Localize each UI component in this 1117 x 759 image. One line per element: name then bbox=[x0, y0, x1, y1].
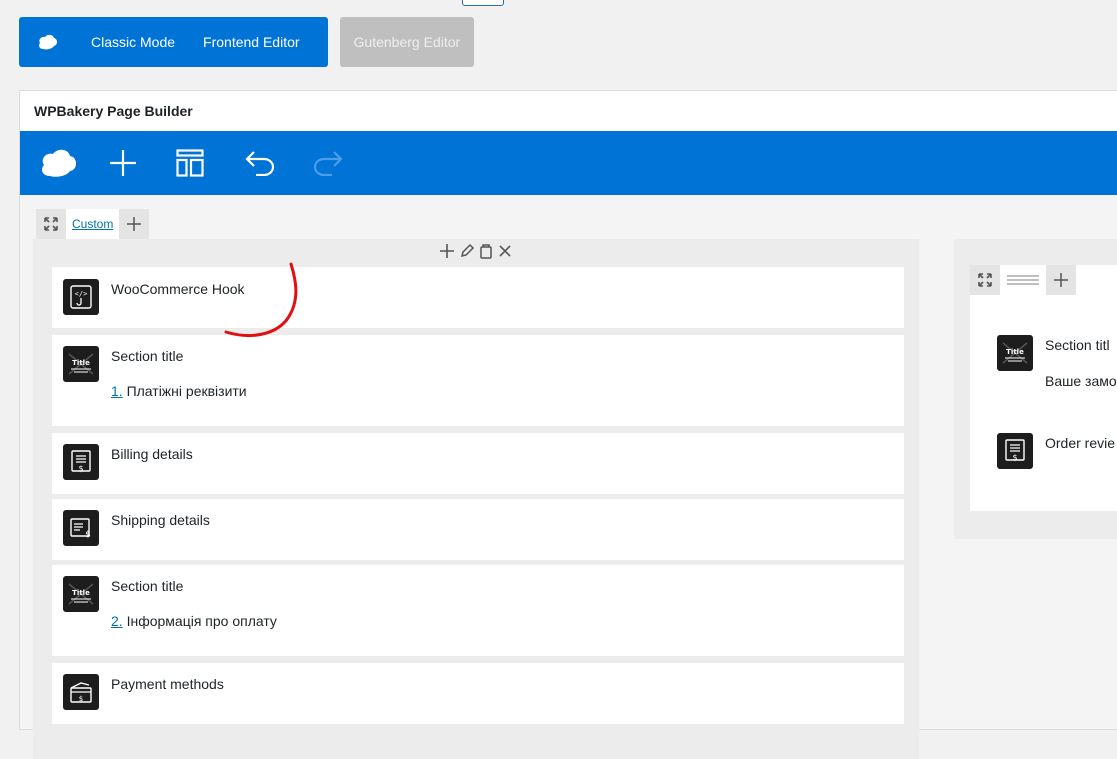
payment-methods-icon: $ bbox=[63, 674, 99, 710]
element-title: WooCommerce Hook bbox=[111, 281, 245, 297]
svg-text:$: $ bbox=[85, 530, 91, 540]
svg-text:Title: Title bbox=[1006, 348, 1024, 356]
frontend-editor-button[interactable]: Frontend Editor bbox=[189, 17, 314, 67]
templates-icon[interactable] bbox=[176, 131, 244, 195]
svg-text:$: $ bbox=[1012, 453, 1017, 462]
right-element-title: Order revie bbox=[1045, 435, 1116, 451]
order-review-icon: $ bbox=[997, 433, 1033, 469]
redo-icon[interactable] bbox=[312, 131, 380, 195]
subtitle-text: Платіжні реквізити bbox=[122, 383, 247, 399]
element-title: Payment methods bbox=[111, 676, 224, 692]
subtitle-text: Інформація про оплату bbox=[122, 613, 277, 629]
element-billing-details[interactable]: $ Billing details bbox=[52, 433, 904, 494]
copy-icon[interactable] bbox=[479, 243, 493, 264]
svg-text:Title: Title bbox=[72, 589, 90, 597]
title-icon: Title bbox=[63, 576, 99, 612]
builder-canvas: Custom </> WooCommerce Hook Title Sectio… bbox=[20, 195, 1117, 759]
element-title: Billing details bbox=[111, 446, 193, 462]
element-woocommerce-hook[interactable]: </> WooCommerce Hook bbox=[52, 267, 904, 328]
element-section-title[interactable]: Title Section title 2. Інформація про оп… bbox=[52, 565, 904, 656]
right-column: Title Section titl Ваше замо $ Order rev… bbox=[954, 239, 1117, 539]
svg-text:Title: Title bbox=[72, 359, 90, 367]
builder-toolbar bbox=[20, 131, 1117, 195]
element-subtitle: 1. Платіжні реквізити bbox=[111, 383, 247, 399]
row-move-icon[interactable] bbox=[36, 209, 66, 239]
element-payment-methods[interactable]: $ Payment methods bbox=[52, 663, 904, 724]
delete-icon[interactable] bbox=[497, 243, 513, 264]
element-section-title[interactable]: Title Section title 1. Платіжні реквізит… bbox=[52, 335, 904, 426]
element-title: Shipping details bbox=[111, 512, 210, 528]
element-title: Section title bbox=[111, 348, 184, 364]
subtitle-number: 1. bbox=[111, 383, 123, 399]
page-builder-panel: WPBakery Page Builder Custom </> WooComm… bbox=[19, 90, 1117, 759]
billing-receipt-icon: $ bbox=[63, 444, 99, 480]
inner-add-column-icon[interactable] bbox=[1046, 265, 1076, 295]
svg-text:$: $ bbox=[79, 695, 83, 703]
editor-mode-bar: Classic Mode Frontend Editor Gutenberg E… bbox=[19, 17, 475, 67]
builder-title: WPBakery Page Builder bbox=[34, 103, 193, 119]
edit-pencil-icon[interactable] bbox=[459, 243, 475, 264]
title-icon: Title bbox=[997, 335, 1033, 371]
row-layout-custom-link[interactable]: Custom bbox=[66, 209, 120, 239]
column-controls bbox=[33, 239, 919, 267]
right-element-title: Section titl bbox=[1045, 337, 1110, 353]
inner-row-controls bbox=[970, 265, 1076, 295]
right-column-inner: Title Section titl Ваше замо $ Order rev… bbox=[970, 265, 1117, 511]
element-subtitle: 2. Інформація про оплату bbox=[111, 613, 277, 629]
inner-row-move-icon[interactable] bbox=[970, 265, 1000, 295]
svg-text:</>: </> bbox=[75, 290, 88, 298]
svg-text:$: $ bbox=[78, 464, 83, 473]
inner-row-layout-icon[interactable] bbox=[1000, 265, 1046, 295]
shipping-receipt-icon: $ bbox=[63, 510, 99, 546]
gutenberg-editor-button[interactable]: Gutenberg Editor bbox=[339, 17, 475, 67]
subtitle-number: 2. bbox=[111, 613, 123, 629]
undo-icon[interactable] bbox=[244, 131, 312, 195]
add-element-icon[interactable] bbox=[108, 131, 176, 195]
hook-code-icon: </> bbox=[63, 279, 99, 315]
element-shipping-details[interactable]: $ Shipping details bbox=[52, 499, 904, 560]
classic-mode-button[interactable]: Classic Mode bbox=[77, 17, 189, 67]
add-icon[interactable] bbox=[439, 243, 455, 264]
add-column-icon[interactable] bbox=[119, 209, 149, 239]
left-column: </> WooCommerce Hook Title Section title… bbox=[33, 239, 919, 759]
row-controls: Custom bbox=[36, 209, 150, 239]
top-outlined-box bbox=[462, 0, 504, 6]
wpbakery-logo-icon[interactable] bbox=[40, 131, 108, 195]
title-icon: Title bbox=[63, 346, 99, 382]
wpbakery-logo-icon[interactable] bbox=[19, 17, 77, 67]
mode-group: Classic Mode Frontend Editor bbox=[19, 17, 328, 67]
right-element-subtitle: Ваше замо bbox=[1045, 373, 1117, 389]
element-title: Section title bbox=[111, 578, 184, 594]
